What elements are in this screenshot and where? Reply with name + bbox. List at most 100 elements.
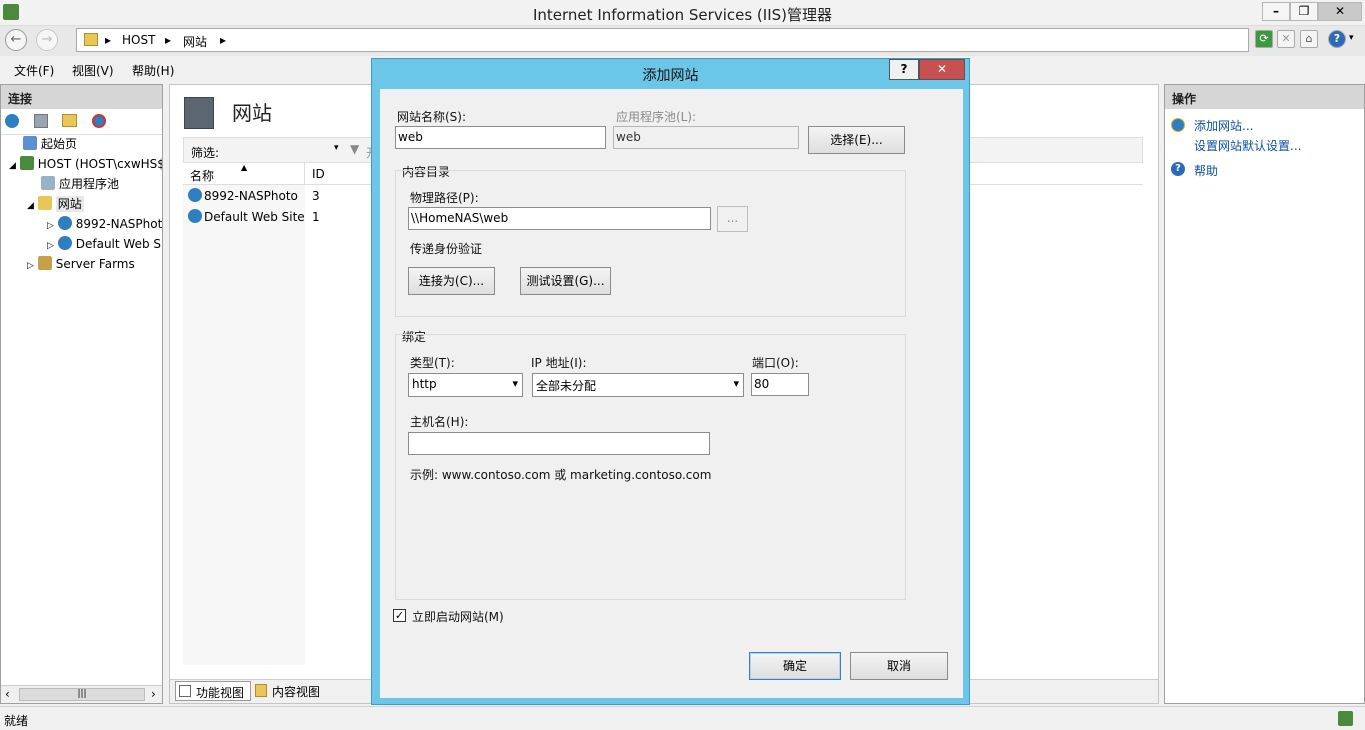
ip-address-value: 全部未分配 bbox=[536, 379, 597, 393]
site-id: 3 bbox=[312, 189, 320, 203]
filter-input[interactable] bbox=[230, 140, 342, 160]
tree-item-label: 应用程序池 bbox=[59, 177, 120, 191]
column-header-name[interactable]: 名称 bbox=[190, 167, 214, 184]
tree-item-sites[interactable]: ◢ 网站 bbox=[7, 194, 162, 214]
sites-server-icon bbox=[184, 97, 214, 129]
ok-button[interactable]: 确定 bbox=[749, 652, 841, 680]
tree-item-label: Server Farms bbox=[55, 257, 135, 271]
server-farm-icon bbox=[37, 256, 52, 270]
scroll-thumb[interactable]: ||| bbox=[19, 688, 145, 701]
collapse-arrow-icon[interactable]: ▷ bbox=[27, 261, 34, 271]
site-name: 8992-NASPhoto bbox=[204, 189, 298, 203]
start-immediately-label[interactable]: 立即启动网站(M) bbox=[412, 608, 504, 625]
globe-icon bbox=[57, 236, 72, 250]
site-name-label: 网站名称(S): bbox=[397, 110, 467, 124]
breadcrumb-host[interactable]: HOST bbox=[122, 33, 155, 47]
chevron-down-icon: ▾ bbox=[512, 377, 518, 390]
dialog-close-button[interactable]: ✕ bbox=[919, 59, 965, 80]
add-website-dialog: 添加网站 ? ✕ 网站名称(S): web 应用程序池(L): web 选择(E… bbox=[371, 58, 970, 705]
folder-icon bbox=[84, 33, 98, 46]
horizontal-scrollbar[interactable]: ‹ ||| › bbox=[1, 685, 162, 703]
tree-item-site[interactable]: ▷ Default Web Site bbox=[7, 234, 162, 254]
tree-item-app-pools[interactable]: 应用程序池 bbox=[7, 174, 162, 194]
start-page-icon bbox=[23, 136, 37, 150]
forward-arrow-icon: → bbox=[41, 32, 53, 47]
column-header-id[interactable]: ID bbox=[312, 167, 325, 181]
port-input[interactable]: 80 bbox=[751, 373, 809, 396]
tab-content-view[interactable]: 内容视图 bbox=[254, 681, 330, 701]
add-site-link[interactable]: 添加网站... bbox=[1194, 117, 1253, 134]
chevron-down-icon: ▾ bbox=[733, 377, 739, 390]
expand-arrow-icon[interactable]: ◢ bbox=[27, 201, 34, 211]
close-window-button[interactable]: ✕ bbox=[1318, 2, 1362, 21]
host-name-example: 示例: www.contoso.com 或 marketing.contoso.… bbox=[410, 468, 712, 482]
app-pool-label: 应用程序池(L): bbox=[616, 110, 697, 124]
breadcrumb-separator: ▸ bbox=[105, 33, 112, 47]
expand-arrow-icon[interactable]: ◢ bbox=[9, 161, 16, 171]
select-app-pool-button[interactable]: 选择(E)... bbox=[808, 126, 905, 154]
tree-item-server-farms[interactable]: ▷ Server Farms bbox=[7, 254, 162, 274]
browse-path-button[interactable]: ... bbox=[717, 206, 748, 232]
tree-item-label: 网站 bbox=[55, 196, 84, 212]
scroll-right-icon[interactable]: › bbox=[151, 687, 156, 701]
set-defaults-link[interactable]: 设置网站默认设置... bbox=[1194, 137, 1301, 154]
column-divider[interactable] bbox=[304, 163, 305, 185]
dialog-help-button[interactable]: ? bbox=[889, 59, 919, 80]
help-link[interactable]: 帮助 bbox=[1194, 162, 1218, 179]
connect-as-button[interactable]: 连接为(C)... bbox=[408, 267, 495, 295]
name-column-bg bbox=[183, 185, 305, 665]
back-button[interactable]: ← bbox=[5, 29, 27, 51]
host-name-label: 主机名(H): bbox=[410, 415, 469, 429]
filter-dropdown-icon[interactable]: ▾ bbox=[334, 143, 339, 153]
filter-label: 筛选: bbox=[191, 146, 220, 160]
stop-icon[interactable]: ✕ bbox=[1277, 30, 1295, 48]
connections-toolbar bbox=[1, 109, 162, 135]
connect-globe-icon[interactable] bbox=[5, 114, 19, 128]
refresh-icon[interactable]: ⟳ bbox=[1255, 30, 1273, 48]
save-icon[interactable] bbox=[34, 114, 48, 128]
tree-item-start-page[interactable]: 起始页 bbox=[7, 134, 162, 154]
help-dropdown-chevron-icon[interactable]: ▾ bbox=[1349, 33, 1354, 43]
breadcrumb-sites[interactable]: 网站 bbox=[183, 33, 207, 50]
funnel-icon[interactable]: ▼ bbox=[350, 142, 359, 156]
collapse-arrow-icon[interactable]: ▷ bbox=[47, 221, 54, 231]
type-select[interactable]: http ▾ bbox=[408, 373, 523, 397]
start-immediately-checkbox[interactable]: ✓ bbox=[393, 609, 406, 622]
cancel-button[interactable]: 取消 bbox=[850, 652, 948, 680]
globe-icon bbox=[57, 216, 72, 230]
breadcrumb[interactable]: ▸ HOST ▸ 网站 ▸ bbox=[76, 28, 1249, 52]
type-value: http bbox=[412, 377, 437, 391]
test-settings-button[interactable]: 测试设置(G)... bbox=[520, 267, 611, 295]
actions-header: 操作 bbox=[1165, 85, 1364, 109]
tree-item-label: HOST (HOST\cxwHS$) bbox=[37, 157, 162, 171]
forward-button[interactable]: → bbox=[36, 29, 58, 51]
status-bar: 就绪 bbox=[0, 706, 1365, 730]
maximize-button[interactable]: ❐ bbox=[1290, 2, 1318, 21]
ip-address-select[interactable]: 全部未分配 ▾ bbox=[532, 373, 744, 397]
tree-item-site[interactable]: ▷ 8992-NASPhoto bbox=[7, 214, 162, 234]
app-pool-icon bbox=[41, 176, 55, 190]
title-bar: Internet Information Services (IIS)管理器 –… bbox=[0, 0, 1365, 26]
tree-item-host[interactable]: ◢ HOST (HOST\cxwHS$) bbox=[7, 154, 162, 174]
physical-path-input[interactable]: \\HomeNAS\web bbox=[408, 207, 711, 230]
disconnect-icon[interactable] bbox=[92, 114, 106, 128]
help-icon[interactable]: ? bbox=[1328, 30, 1346, 48]
connections-tree: 起始页 ◢ HOST (HOST\cxwHS$) 应用程序池 ◢ 网站 ▷ 89… bbox=[7, 134, 162, 274]
menu-file[interactable]: 文件(F) bbox=[14, 62, 54, 79]
dialog-title: 添加网站 bbox=[642, 68, 699, 84]
globe-icon bbox=[188, 209, 202, 223]
port-label: 端口(O): bbox=[752, 356, 799, 370]
minimize-button[interactable]: – bbox=[1262, 2, 1290, 21]
up-folder-icon[interactable] bbox=[62, 114, 77, 127]
collapse-arrow-icon[interactable]: ▷ bbox=[47, 241, 54, 251]
tree-item-label: 起始页 bbox=[41, 137, 78, 151]
home-icon[interactable]: ⌂ bbox=[1300, 30, 1318, 48]
sites-folder-icon bbox=[37, 196, 52, 210]
host-name-input[interactable] bbox=[408, 432, 710, 455]
menu-help[interactable]: 帮助(H) bbox=[132, 62, 174, 79]
back-arrow-icon: ← bbox=[10, 32, 22, 47]
site-name-input[interactable]: web bbox=[395, 126, 606, 149]
menu-view[interactable]: 视图(V) bbox=[72, 62, 114, 79]
scroll-left-icon[interactable]: ‹ bbox=[5, 687, 10, 701]
tab-features-view[interactable]: 功能视图 bbox=[175, 681, 251, 701]
